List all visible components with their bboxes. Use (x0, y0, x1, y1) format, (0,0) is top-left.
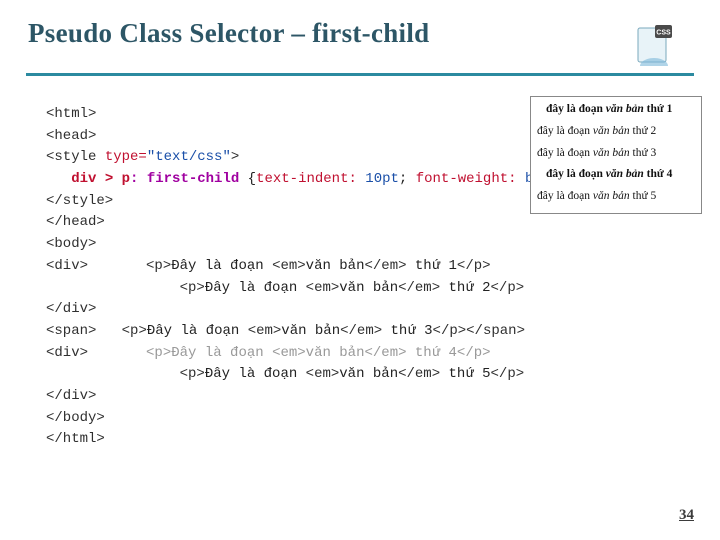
code-line: <p>Đây là đoạn <em>văn bản</em> thứ 2</p… (46, 278, 692, 300)
code-line: <div><p>Đây là đoạn <em>văn bản</em> thứ… (46, 256, 692, 278)
code-line: <span> <p>Đây là đoạn <em>văn bản</em> t… (46, 321, 692, 343)
preview-line-5: đây là đoạn văn bản thứ 5 (537, 188, 695, 206)
code-line: <body> (46, 234, 692, 256)
code-line: </html> (46, 429, 692, 451)
code-line: <p>Đây là đoạn <em>văn bản</em> thứ 5</p… (46, 364, 692, 386)
preview-line-3: đây là đoạn văn bản thứ 3 (537, 145, 695, 163)
preview-line-2: đây là đoạn văn bản thứ 2 (537, 123, 695, 141)
render-preview: đây là đoạn văn bản thứ 1 đây là đoạn vă… (530, 96, 702, 214)
code-line: <div><p>Đây là đoạn <em>văn bản</em> thứ… (46, 343, 692, 365)
code-line: </body> (46, 408, 692, 430)
page-number: 34 (679, 507, 694, 524)
slide: Pseudo Class Selector – first-child CSS … (0, 0, 720, 540)
header-divider (26, 73, 694, 76)
slide-header: Pseudo Class Selector – first-child CSS (28, 18, 692, 80)
svg-text:CSS: CSS (656, 30, 671, 37)
code-line: </div> (46, 299, 692, 321)
preview-line-4: đây là đoạn văn bản thứ 4 (537, 166, 695, 184)
slide-title: Pseudo Class Selector – first-child (28, 18, 692, 49)
code-line: </div> (46, 386, 692, 408)
code-line: </head> (46, 212, 692, 234)
preview-line-1: đây là đoạn văn bản thứ 1 (537, 101, 695, 119)
slide-content: đây là đoạn văn bản thứ 1 đây là đoạn vă… (28, 104, 692, 451)
css-file-icon: CSS (632, 22, 676, 66)
